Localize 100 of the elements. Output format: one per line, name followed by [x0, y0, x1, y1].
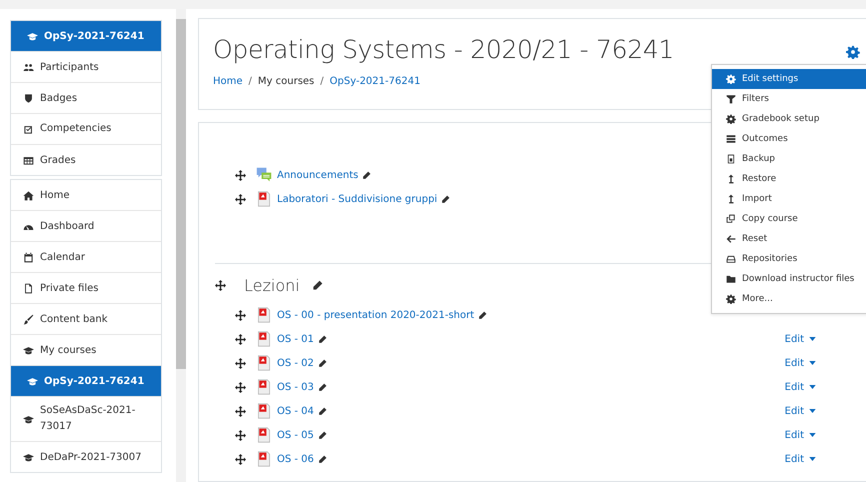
brush-icon: [23, 314, 34, 324]
activity-link[interactable]: OS - 05: [277, 430, 314, 440]
move-icon[interactable]: [215, 280, 226, 291]
pencil-icon[interactable]: [478, 310, 488, 320]
pencil-icon[interactable]: [318, 334, 327, 344]
move-icon[interactable]: [235, 310, 246, 320]
breadcrumb-current: My courses: [258, 76, 314, 87]
menu-item[interactable]: Import: [712, 189, 866, 209]
house-icon: [23, 190, 34, 200]
pencil-icon[interactable]: [441, 194, 450, 204]
graduation-cap-icon: [27, 376, 38, 386]
caret-icon: [809, 433, 816, 437]
caret-icon: [809, 409, 816, 413]
nav-item[interactable]: SoSeAsDaSc-2021-73017: [11, 396, 161, 441]
breadcrumb-link[interactable]: Home: [213, 76, 243, 87]
list-icon: [726, 134, 736, 144]
nav-item[interactable]: Home: [11, 180, 161, 210]
edit-menu-link[interactable]: Edit: [784, 358, 816, 368]
nav-item[interactable]: Participants: [11, 51, 161, 82]
nav-item[interactable]: Grades: [11, 144, 161, 175]
activity-link[interactable]: Announcements: [277, 170, 358, 180]
folder-icon: [726, 274, 736, 284]
pdf-icon: [256, 307, 272, 323]
move-icon[interactable]: [235, 334, 246, 344]
caret-icon: [809, 457, 816, 461]
edit-menu-link[interactable]: Edit: [784, 382, 816, 392]
breadcrumb-separator: /: [320, 76, 324, 87]
move-icon[interactable]: [235, 194, 246, 204]
nav-item[interactable]: Content bank: [11, 303, 161, 334]
menu-item[interactable]: Reset: [712, 229, 866, 249]
menu-item[interactable]: More...: [712, 289, 866, 309]
upload-icon: [726, 194, 736, 204]
gear-icon: [726, 294, 736, 304]
pencil-icon[interactable]: [312, 280, 323, 291]
move-icon[interactable]: [235, 170, 246, 180]
shield-icon: [23, 92, 34, 104]
move-icon[interactable]: [235, 430, 246, 440]
nav-item[interactable]: Dashboard: [11, 210, 161, 241]
pencil-icon[interactable]: [318, 454, 327, 464]
move-icon[interactable]: [235, 382, 246, 392]
activity-link[interactable]: OS - 03: [277, 382, 314, 392]
activity-link[interactable]: OS - 01: [277, 334, 314, 344]
scrollbar[interactable]: [176, 9, 186, 482]
copy-icon: [726, 214, 736, 224]
pencil-icon[interactable]: [318, 406, 327, 416]
nav-item[interactable]: DeDaPr-2021-73007: [11, 441, 161, 472]
pencil-icon[interactable]: [362, 170, 372, 180]
filter-icon: [726, 94, 736, 104]
menu-item[interactable]: Edit settings: [712, 69, 866, 89]
menu-item[interactable]: Copy course: [712, 209, 866, 229]
edit-menu-link[interactable]: Edit: [784, 430, 816, 440]
pdf-icon: [256, 331, 272, 347]
people-icon: [23, 62, 34, 72]
move-icon[interactable]: [235, 454, 246, 464]
edit-menu-link[interactable]: Edit: [784, 406, 816, 416]
activity-link[interactable]: OS - 04: [277, 406, 314, 416]
graduation-cap-icon: [23, 452, 34, 462]
pdf-icon: [256, 355, 272, 371]
nav-item[interactable]: OpSy-2021-76241: [11, 21, 161, 51]
pencil-icon[interactable]: [318, 430, 327, 440]
arrow-left-icon: [726, 234, 736, 244]
checkbox-icon: [23, 124, 34, 134]
settings-icon[interactable]: [846, 45, 860, 59]
activity-link[interactable]: OS - 02: [277, 358, 314, 368]
table-icon: [23, 154, 34, 166]
calendar-icon: [23, 252, 34, 262]
pdf-icon: [256, 191, 272, 207]
menu-item[interactable]: Backup: [712, 149, 866, 169]
pencil-icon[interactable]: [318, 358, 327, 368]
gear-icon: [726, 114, 736, 124]
nav-item[interactable]: Calendar: [11, 241, 161, 272]
gear-icon: [726, 74, 736, 84]
nav-item[interactable]: OpSy-2021-76241: [11, 365, 161, 396]
pdf-icon: [256, 379, 272, 395]
scrollbar-thumb[interactable]: [176, 19, 186, 369]
edit-menu-link[interactable]: Edit: [784, 454, 816, 464]
menu-item[interactable]: Restore: [712, 169, 866, 189]
nav-item[interactable]: Private files: [11, 272, 161, 303]
nav-item[interactable]: Competencies: [11, 113, 161, 144]
menu-item[interactable]: Filters: [712, 89, 866, 109]
activity-link[interactable]: Laboratori - Suddivisione gruppi: [277, 194, 438, 204]
file-icon: [726, 154, 736, 164]
menu-item[interactable]: Gradebook setup: [712, 109, 866, 129]
pdf-icon: [256, 451, 272, 467]
nav-item[interactable]: Badges: [11, 82, 161, 113]
menu-item[interactable]: Repositories: [712, 249, 866, 269]
caret-icon: [809, 385, 816, 389]
section-title: Lezioni: [244, 276, 300, 295]
breadcrumb-link[interactable]: OpSy-2021-76241: [330, 76, 420, 87]
menu-item[interactable]: Download instructor files: [712, 269, 866, 289]
move-icon[interactable]: [235, 406, 246, 416]
chat-bubbles-icon: [256, 167, 272, 183]
activity-link[interactable]: OS - 00 - presentation 2020-2021-short: [277, 310, 474, 320]
activity-link[interactable]: OS - 06: [277, 454, 314, 464]
pencil-icon[interactable]: [318, 382, 327, 392]
graduation-cap-icon: [23, 414, 34, 424]
edit-menu-link[interactable]: Edit: [784, 334, 816, 344]
move-icon[interactable]: [235, 358, 246, 368]
caret-icon: [809, 361, 816, 365]
menu-item[interactable]: Outcomes: [712, 129, 866, 149]
